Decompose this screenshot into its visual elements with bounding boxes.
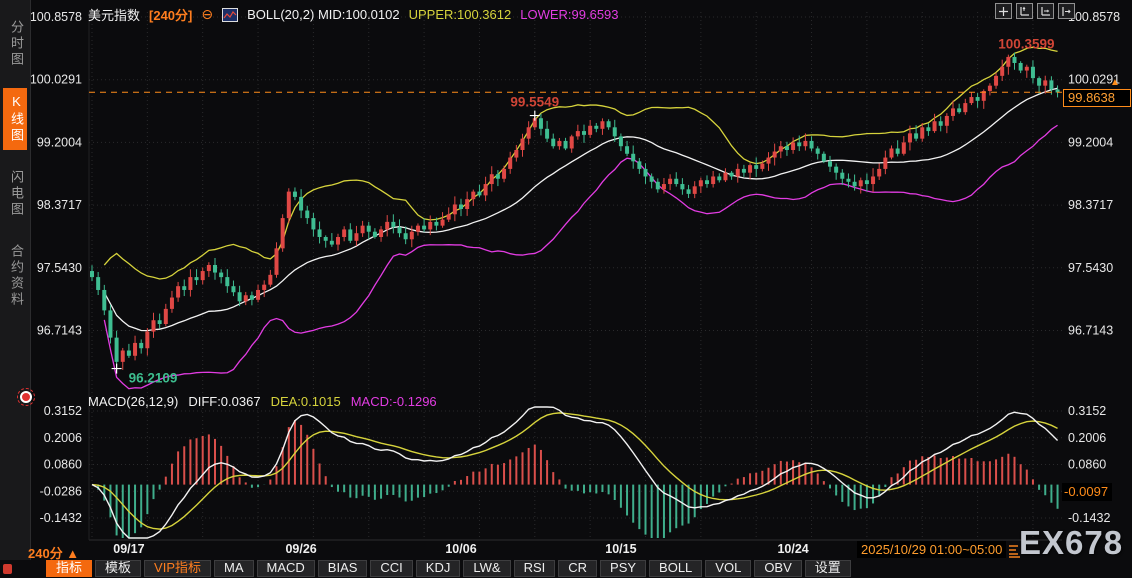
svg-text:99.5549: 99.5549	[510, 95, 559, 110]
svg-text:-0.0286: -0.0286	[40, 484, 82, 498]
indicator-toolbar: 指标 模板 VIP指标 MA MACD BIAS CCI KDJ LW& RSI CR PSY BOLL…	[46, 560, 851, 577]
toolbar-button-2[interactable]: VIP指标	[144, 560, 211, 577]
collapse-icon[interactable]: ⊖	[201, 6, 213, 23]
toolbar-button-11[interactable]: PSY	[600, 560, 647, 577]
scale-vertical-axis-icon[interactable]	[1016, 3, 1033, 19]
price-up-arrow-icon: ▲	[1110, 77, 1120, 88]
svg-text:100.8578: 100.8578	[1068, 10, 1120, 24]
toolbar-button-7[interactable]: KDJ	[415, 560, 461, 577]
toolbar-button-10[interactable]: CR	[558, 560, 598, 577]
crosshair-icon[interactable]	[995, 3, 1012, 19]
left-sidebar: 分时图 K线图闪电图合约资料	[0, 0, 31, 560]
mini-chart-icon[interactable]	[222, 7, 239, 22]
svg-text:100.0291: 100.0291	[30, 73, 82, 87]
last-price-box: 99.8638	[1063, 89, 1131, 107]
symbol-name: 美元指数	[88, 8, 141, 23]
toolbar-button-6[interactable]: CCI	[370, 560, 413, 577]
macd-hist-value: MACD:-0.1296	[350, 394, 437, 409]
bottom-left-icon[interactable]	[3, 564, 12, 574]
svg-text:10/24: 10/24	[777, 542, 808, 556]
svg-text:100.3599: 100.3599	[998, 37, 1054, 52]
boll-upper-value: UPPER:100.3612	[408, 7, 512, 22]
boll-lower-value: LOWER:99.6593	[520, 7, 619, 22]
svg-text:97.5430: 97.5430	[37, 261, 82, 275]
svg-text:0.2006: 0.2006	[1068, 431, 1106, 445]
svg-text:0.0860: 0.0860	[1068, 458, 1106, 472]
svg-text:0.2006: 0.2006	[44, 431, 82, 445]
alert-dot-icon[interactable]	[17, 388, 35, 406]
toolbar-button-9[interactable]: RSI	[513, 560, 556, 577]
svg-text:-0.1432: -0.1432	[1068, 511, 1110, 525]
scale-horizontal-axis-icon[interactable]	[1037, 3, 1054, 19]
price-macd-chart: 100.8578 100.8578100.0291 100.029199.2004 9…	[30, 10, 1120, 556]
svg-text:98.3717: 98.3717	[1068, 198, 1113, 212]
toolbar-button-5[interactable]: BIAS	[317, 560, 368, 577]
shift-right-icon[interactable]	[1058, 3, 1075, 19]
chart-canvas[interactable]: 100.8578 100.8578 100.0291 100.0291 99.2004 9…	[30, 0, 1132, 560]
svg-text:09/26: 09/26	[285, 542, 316, 556]
macd-diff-value: DIFF:0.0367	[188, 394, 261, 409]
trading-app-window: 100.8578 100.8578 100.0291 100.0291 99.2004 9…	[0, 0, 1132, 578]
svg-text:99.2004: 99.2004	[1068, 135, 1113, 149]
svg-text:96.2109: 96.2109	[129, 371, 178, 386]
macd-dea-value: DEA:0.1015	[270, 394, 341, 409]
svg-text:97.5430: 97.5430	[1068, 261, 1113, 275]
toolbar-button-8[interactable]: LW&	[463, 560, 511, 577]
svg-text:100.8578: 100.8578	[30, 10, 82, 24]
logo-lines-icon	[1007, 543, 1022, 564]
current-bar-time-label: 2025/10/29 01:00~05:00	[857, 541, 1007, 558]
macd-current-value-box: -0.0097	[1062, 483, 1113, 501]
svg-text:99.2004: 99.2004	[37, 135, 82, 149]
period-badge: [240分]	[149, 8, 193, 23]
toolbar-button-15[interactable]: 设置	[804, 560, 851, 577]
macd-indicator-name: MACD(26,12,9)	[88, 394, 179, 409]
sidebar-tab-2[interactable]: 闪电图	[3, 164, 27, 224]
toolbar-button-4[interactable]: MACD	[256, 560, 315, 577]
svg-text:96.7143: 96.7143	[37, 323, 82, 337]
sidebar-tab-0[interactable]: 分时图	[3, 14, 27, 74]
svg-text:10/06: 10/06	[445, 542, 476, 556]
toolbar-button-0[interactable]: 指标	[46, 560, 93, 577]
svg-text:0.3152: 0.3152	[44, 404, 82, 418]
chart-header: 美元指数 [240分] ⊖ BOLL(20,2) MID:100.0102 UP…	[88, 5, 619, 24]
svg-text:10/15: 10/15	[605, 542, 636, 556]
svg-text:0.3152: 0.3152	[1068, 404, 1106, 418]
svg-text:96.7143: 96.7143	[1068, 323, 1113, 337]
sidebar-tab-3[interactable]: 合约资料	[3, 238, 27, 314]
toolbar-button-1[interactable]: 模板	[95, 560, 142, 577]
svg-text:-0.1432: -0.1432	[40, 511, 82, 525]
brand-watermark: EX678	[1019, 524, 1124, 561]
toolbar-button-14[interactable]: OBV	[754, 560, 802, 577]
sidebar-tab-1[interactable]: K线图	[3, 88, 27, 150]
svg-text:0.0860: 0.0860	[44, 458, 82, 472]
toolbar-button-3[interactable]: MA	[214, 560, 254, 577]
toolbar-button-12[interactable]: BOLL	[649, 560, 703, 577]
svg-text:98.3717: 98.3717	[37, 198, 82, 212]
toolbar-button-13[interactable]: VOL	[705, 560, 752, 577]
macd-header: MACD(26,12,9) DIFF:0.0367 DEA:0.1015 MAC…	[88, 394, 437, 409]
chart-controls	[995, 3, 1075, 19]
boll-label: BOLL(20,2) MID:100.0102	[247, 7, 400, 22]
svg-text:09/17: 09/17	[113, 542, 144, 556]
